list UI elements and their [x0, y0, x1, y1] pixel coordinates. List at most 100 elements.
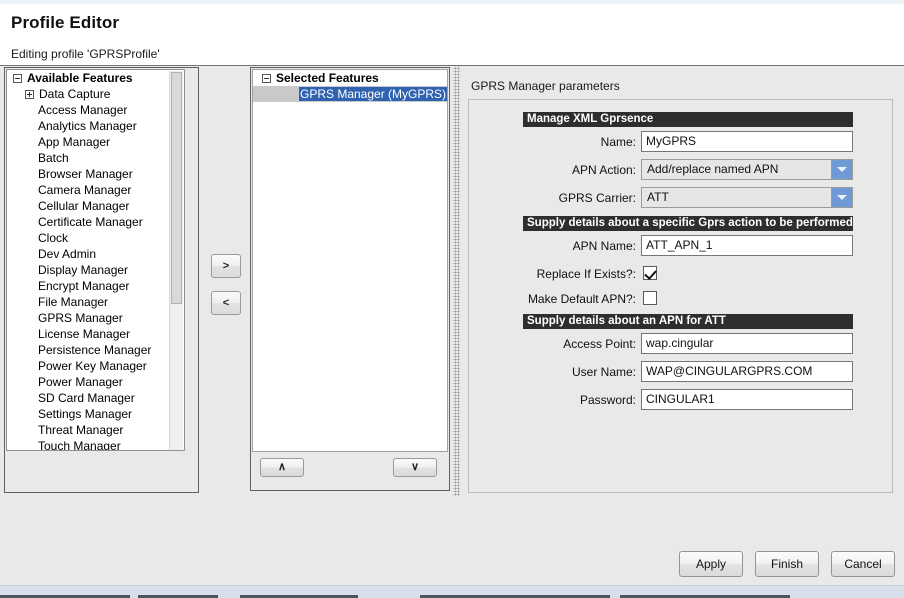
tree-item-label: Persistence Manager: [38, 343, 151, 357]
tree-item-analytics-manager[interactable]: Analytics Manager: [7, 118, 173, 134]
list-item[interactable]: GPRS Manager (MyGPRS): [253, 86, 447, 102]
tree-item-label: Display Manager: [38, 263, 128, 277]
available-features-panel: Available Features Data Capture Access Man…: [4, 67, 199, 493]
section-header: Supply details about a specific Gprs act…: [523, 216, 853, 231]
tree-item-access-manager[interactable]: Access Manager: [7, 102, 173, 118]
checkbox[interactable]: [643, 266, 657, 280]
tree-item-persistence-manager[interactable]: Persistence Manager: [7, 342, 173, 358]
tree-item-threat-manager[interactable]: Threat Manager: [7, 422, 173, 438]
text-field[interactable]: WAP@CINGULARGPRS.COM: [641, 361, 853, 382]
checkbox[interactable]: [643, 291, 657, 305]
selected-features-root-label: Selected Features: [276, 71, 379, 85]
dropdown-value: Add/replace named APN: [647, 160, 778, 179]
tree-item-power-key-manager[interactable]: Power Key Manager: [7, 358, 173, 374]
tree-item-license-manager[interactable]: License Manager: [7, 326, 173, 342]
tree-item-label: Settings Manager: [38, 407, 132, 421]
dropdown[interactable]: ATT: [641, 187, 853, 208]
tree-item-dev-admin[interactable]: Dev Admin: [7, 246, 173, 262]
tree-item-label: Camera Manager: [38, 183, 131, 197]
tree-item-label: License Manager: [38, 327, 130, 341]
page-body: Available Features Data Capture Access Man…: [0, 66, 904, 598]
tree-item-data-capture[interactable]: Data Capture: [7, 86, 173, 102]
tree-item-app-manager[interactable]: App Manager: [7, 134, 173, 150]
text-field[interactable]: CINGULAR1: [641, 389, 853, 410]
tree-item-batch[interactable]: Batch: [7, 150, 173, 166]
tree-item-label: Power Manager: [38, 375, 123, 389]
expand-box-icon[interactable]: [25, 90, 34, 99]
tree-item-label: Certificate Manager: [38, 215, 143, 229]
dropdown-value: ATT: [647, 188, 669, 207]
field-label: GPRS Carrier:: [469, 191, 636, 205]
tree-item-cellular-manager[interactable]: Cellular Manager: [7, 198, 173, 214]
remove-feature-button[interactable]: <: [211, 291, 241, 315]
taskbar: [0, 585, 904, 598]
parameters-form: Manage XML GprsenceName:MyGPRSAPN Action…: [468, 99, 893, 493]
tree-item-label: SD Card Manager: [38, 391, 135, 405]
tree-item-label: Cellular Manager: [38, 199, 129, 213]
tree-item-label: Threat Manager: [38, 423, 123, 437]
page-header: Profile Editor Editing profile 'GPRSProf…: [0, 4, 904, 66]
tree-item-label: Power Key Manager: [38, 359, 147, 373]
tree-item-browser-manager[interactable]: Browser Manager: [7, 166, 173, 182]
parameters-title: GPRS Manager parameters: [471, 79, 620, 93]
selected-features-root[interactable]: Selected Features: [253, 70, 447, 86]
tree-item-label: Browser Manager: [38, 167, 133, 181]
section-header: Supply details about an APN for ATT: [523, 314, 853, 329]
available-features-tree[interactable]: Available Features Data Capture Access Man…: [6, 69, 185, 451]
field-label: User Name:: [469, 365, 636, 379]
field-label: Replace If Exists?:: [469, 267, 636, 281]
tree-item-label: Encrypt Manager: [38, 279, 129, 293]
selected-features-tree[interactable]: Selected Features GPRS Manager (MyGPRS): [252, 69, 448, 452]
tree-item-label: Clock: [38, 231, 68, 245]
move-up-button[interactable]: ∧: [260, 458, 304, 477]
cancel-button[interactable]: Cancel: [831, 551, 895, 577]
tree-item-power-manager[interactable]: Power Manager: [7, 374, 173, 390]
tree-item-label: Analytics Manager: [38, 119, 137, 133]
chevron-down-icon[interactable]: [831, 160, 852, 179]
collapse-box-icon[interactable]: [13, 74, 22, 83]
available-features-root-label: Available Features: [27, 71, 133, 85]
tree-item-certificate-manager[interactable]: Certificate Manager: [7, 214, 173, 230]
dropdown[interactable]: Add/replace named APN: [641, 159, 853, 180]
add-feature-button[interactable]: >: [211, 254, 241, 278]
finish-button[interactable]: Finish: [755, 551, 819, 577]
field-label: Make Default APN?:: [469, 292, 636, 306]
tree-item-file-manager[interactable]: File Manager: [7, 294, 173, 310]
tree-item-gprs-manager[interactable]: GPRS Manager: [7, 310, 173, 326]
field-label: Name:: [469, 135, 636, 149]
available-features-root[interactable]: Available Features: [7, 70, 173, 86]
text-field[interactable]: wap.cingular: [641, 333, 853, 354]
available-features-scrollbar[interactable]: [169, 71, 183, 451]
text-field[interactable]: ATT_APN_1: [641, 235, 853, 256]
tree-item-label: Dev Admin: [38, 247, 96, 261]
tree-item-label: App Manager: [38, 135, 110, 149]
field-label: Password:: [469, 393, 636, 407]
tree-item-label: File Manager: [38, 295, 108, 309]
tree-item-display-manager[interactable]: Display Manager: [7, 262, 173, 278]
field-label: APN Name:: [469, 239, 636, 253]
tree-item-label: Data Capture: [39, 87, 110, 101]
text-field[interactable]: MyGPRS: [641, 131, 853, 152]
section-header: Manage XML Gprsence: [523, 112, 853, 127]
tree-item-camera-manager[interactable]: Camera Manager: [7, 182, 173, 198]
scrollbar-thumb[interactable]: [171, 72, 182, 304]
tree-item-touch-manager[interactable]: Touch Manager: [7, 438, 173, 451]
tree-item-label: Touch Manager: [38, 439, 121, 451]
move-down-button[interactable]: ∨: [393, 458, 437, 477]
collapse-box-icon[interactable]: [262, 74, 271, 83]
profile-editor-window: Profile Editor Editing profile 'GPRSProf…: [0, 0, 904, 598]
tree-item-clock[interactable]: Clock: [7, 230, 173, 246]
tree-item-settings-manager[interactable]: Settings Manager: [7, 406, 173, 422]
apply-button[interactable]: Apply: [679, 551, 743, 577]
chevron-down-icon[interactable]: [831, 188, 852, 207]
tree-item-label: GPRS Manager: [38, 311, 123, 325]
tree-item-encrypt-manager[interactable]: Encrypt Manager: [7, 278, 173, 294]
tree-item-sd-card-manager[interactable]: SD Card Manager: [7, 390, 173, 406]
field-label: Access Point:: [469, 337, 636, 351]
selected-features-panel: Selected Features GPRS Manager (MyGPRS) …: [250, 67, 450, 491]
panel-sash-divider[interactable]: [453, 66, 460, 496]
available-features-list[interactable]: Available Features Data Capture Access Man…: [7, 70, 173, 451]
tree-item-label: Access Manager: [38, 103, 127, 117]
selected-feature-label: GPRS Manager (MyGPRS): [299, 87, 447, 101]
page-title: Profile Editor: [11, 13, 119, 33]
